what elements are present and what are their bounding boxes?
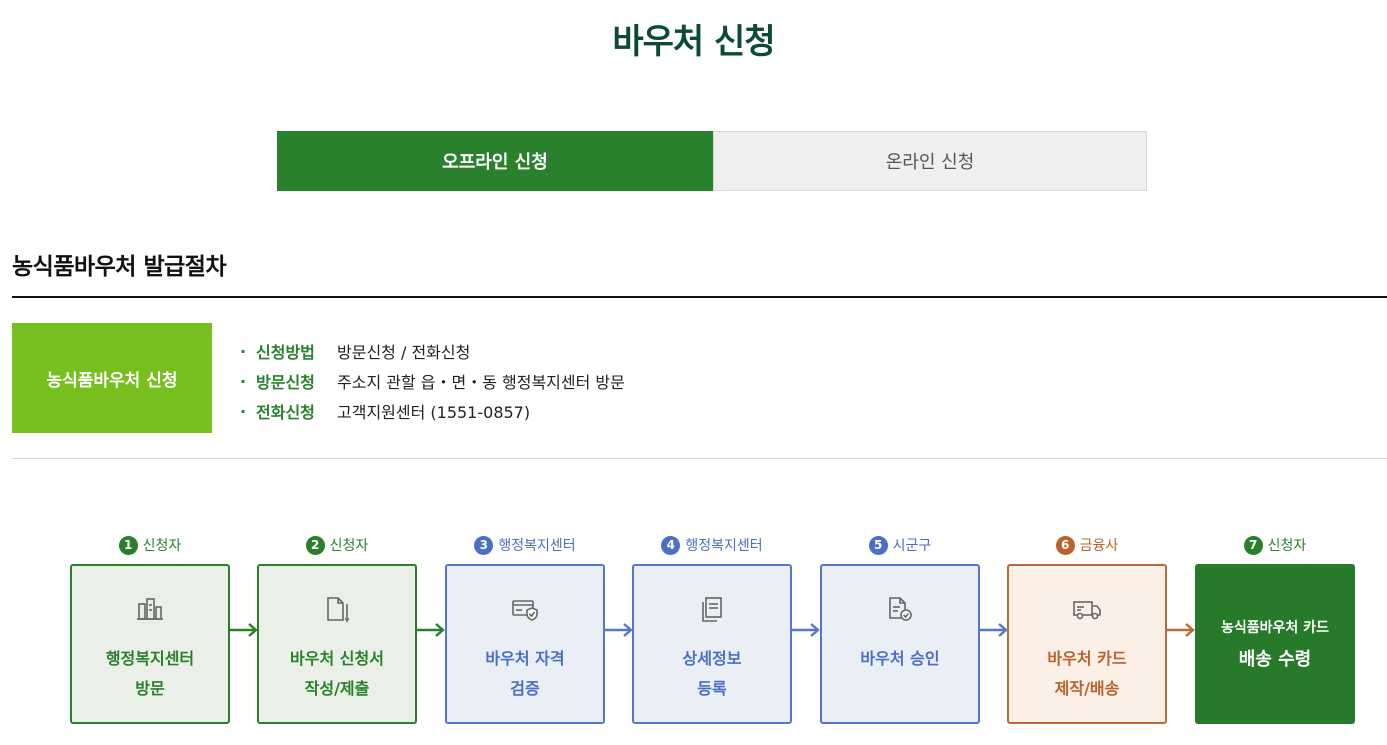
bullet: · bbox=[240, 401, 247, 421]
page-title: 바우처 신청 bbox=[612, 22, 775, 62]
process-steps: 1 신청자 행정복지센터 방문 2 신청자 바우처 신청서 작성/제출 3 행정… bbox=[70, 532, 1360, 732]
arrow-right-icon bbox=[979, 623, 1008, 637]
step-label: 바우처 자격 검증 bbox=[485, 644, 564, 704]
step-label-line1: 상세정보 bbox=[682, 649, 742, 668]
step-label: 상세정보 등록 bbox=[683, 644, 742, 704]
step-header: 4 행정복지센터 bbox=[632, 532, 792, 558]
info-key: 전화신청 bbox=[256, 403, 315, 422]
step-number: 3 bbox=[474, 535, 494, 555]
bullet: · bbox=[240, 371, 247, 391]
step-label-line1: 행정복지센터 bbox=[105, 649, 195, 668]
apply-tabs: 오프라인 신청 온라인 신청 bbox=[277, 131, 1147, 191]
step-2: 2 신청자 바우처 신청서 작성/제출 bbox=[257, 532, 417, 724]
step-label-line2: 검증 bbox=[510, 679, 540, 698]
content-divider bbox=[12, 458, 1387, 459]
step-1: 1 신청자 행정복지센터 방문 bbox=[70, 532, 230, 724]
tab-offline[interactable]: 오프라인 신청 bbox=[277, 131, 713, 191]
step-label-line1: 바우처 카드 bbox=[1047, 649, 1127, 668]
step-5: 5 시군구 바우처 승인 bbox=[820, 532, 980, 724]
step-label-line1: 농식품바우처 카드 bbox=[1221, 620, 1329, 636]
document-pen-icon bbox=[327, 597, 350, 623]
step-label: 행정복지센터 방문 bbox=[106, 644, 194, 704]
step-number: 2 bbox=[305, 535, 325, 555]
info-key: 신청방법 bbox=[256, 343, 315, 362]
arrow-right-icon bbox=[229, 623, 258, 637]
apply-box: 농식품바우처 신청 bbox=[12, 323, 212, 433]
building-icon bbox=[137, 598, 163, 620]
step-header: 5 시군구 bbox=[820, 532, 980, 558]
step-number: 7 bbox=[1243, 535, 1263, 555]
section-divider bbox=[12, 296, 1387, 298]
arrow-right-icon bbox=[416, 623, 445, 637]
step-header: 1 신청자 bbox=[70, 532, 230, 558]
step-actor: 신청자 bbox=[142, 538, 182, 554]
step-actor: 행정복지센터 bbox=[685, 538, 763, 554]
card-shield-icon bbox=[512, 600, 538, 621]
step-box: 바우처 신청서 작성/제출 bbox=[257, 564, 417, 724]
step-header: 6 금융사 bbox=[1007, 532, 1167, 558]
step-actor: 시군구 bbox=[892, 538, 932, 554]
step-label: 바우처 카드 제작/배송 bbox=[1047, 644, 1126, 704]
step-label: 바우처 승인 bbox=[860, 644, 939, 674]
step-actor: 신청자 bbox=[329, 538, 369, 554]
step-actor: 금융사 bbox=[1079, 538, 1119, 554]
info-value: 고객지원센터 (1551-0857) bbox=[337, 403, 531, 422]
step-header: 7 신청자 bbox=[1195, 532, 1355, 558]
bullet: · bbox=[240, 341, 247, 361]
step-label-line2: 방문 bbox=[135, 679, 165, 698]
step-number: 1 bbox=[118, 535, 138, 555]
step-header: 2 신청자 bbox=[257, 532, 417, 558]
info-item-method: · 신청방법 방문신청 / 전화신청 bbox=[240, 336, 625, 366]
document-check-icon bbox=[889, 597, 912, 621]
step-actor: 행정복지센터 bbox=[498, 538, 576, 554]
step-box: 농식품바우처 카드 배송 수령 bbox=[1195, 564, 1355, 724]
step-header: 3 행정복지센터 bbox=[445, 532, 605, 558]
info-item-phone: · 전화신청 고객지원센터 (1551-0857) bbox=[240, 396, 625, 426]
step-number: 5 bbox=[868, 535, 888, 555]
info-list: · 신청방법 방문신청 / 전화신청 · 방문신청 주소지 관할 읍・면・동 행… bbox=[240, 336, 625, 426]
delivery-truck-icon bbox=[1073, 601, 1101, 620]
step-6: 6 금융사 바우처 카드 제작/배송 bbox=[1007, 532, 1167, 724]
step-box: 바우처 승인 bbox=[820, 564, 980, 724]
step-label-line1: 바우처 승인 bbox=[860, 649, 940, 668]
step-number: 6 bbox=[1055, 535, 1075, 555]
step-label-line2: 배송 수령 bbox=[1238, 649, 1312, 670]
step-box: 바우처 자격 검증 bbox=[445, 564, 605, 724]
step-label-line2: 등록 bbox=[697, 679, 727, 698]
copy-documents-icon bbox=[702, 597, 722, 622]
step-label-line1: 바우처 자격 bbox=[485, 649, 565, 668]
step-label-line1: 바우처 신청서 bbox=[290, 649, 384, 668]
step-box: 바우처 카드 제작/배송 bbox=[1007, 564, 1167, 724]
step-number: 4 bbox=[661, 535, 681, 555]
step-label-line2: 작성/제출 bbox=[304, 679, 370, 698]
info-value: 주소지 관할 읍・면・동 행정복지센터 방문 bbox=[337, 373, 625, 392]
step-4: 4 행정복지센터 상세정보 등록 bbox=[632, 532, 792, 724]
info-key: 방문신청 bbox=[256, 373, 315, 392]
step-label-line2: 제작/배송 bbox=[1054, 679, 1120, 698]
step-3: 3 행정복지센터 바우처 자격 검증 bbox=[445, 532, 605, 724]
step-actor: 신청자 bbox=[1267, 538, 1307, 554]
step-7: 7 신청자 농식품바우처 카드 배송 수령 bbox=[1195, 532, 1355, 724]
section-title: 농식품바우처 발급절차 bbox=[12, 254, 227, 280]
step-label: 바우처 신청서 작성/제출 bbox=[290, 644, 384, 704]
arrow-right-icon bbox=[604, 623, 633, 637]
arrow-right-icon bbox=[1166, 623, 1195, 637]
step-box: 상세정보 등록 bbox=[632, 564, 792, 724]
arrow-right-icon bbox=[791, 623, 820, 637]
tab-online[interactable]: 온라인 신청 bbox=[713, 131, 1147, 191]
info-value: 방문신청 / 전화신청 bbox=[337, 343, 471, 362]
info-item-visit: · 방문신청 주소지 관할 읍・면・동 행정복지센터 방문 bbox=[240, 366, 625, 396]
step-box: 행정복지센터 방문 bbox=[70, 564, 230, 724]
